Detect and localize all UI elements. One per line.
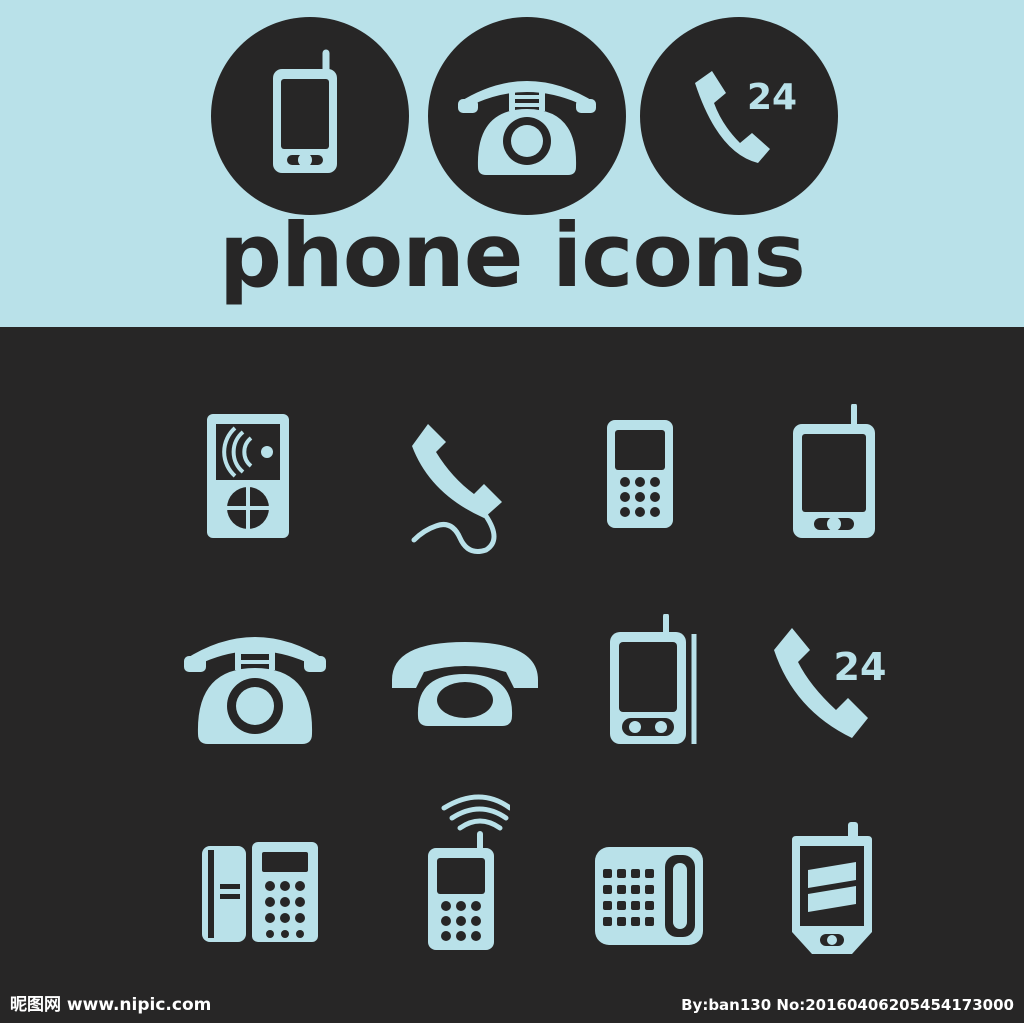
rotary-phone-badge-icon [428, 17, 626, 215]
pda-phone-icon [790, 820, 874, 956]
music-player-phone-icon [205, 412, 291, 540]
watermark-left: 昵图网 www.nipic.com [10, 995, 212, 1015]
classic-desk-phone-icon [390, 632, 540, 728]
office-desk-phone-icon [200, 840, 320, 944]
corded-handset-icon [406, 420, 512, 558]
mobile-phone-badge-icon [211, 17, 409, 215]
page-title: phone icons [219, 204, 806, 307]
signal-mobile-icon [426, 790, 510, 952]
antenna-smartphone-icon [608, 614, 700, 746]
touchscreen-mobile-icon [791, 404, 877, 540]
keypad-mobile-icon [605, 418, 675, 530]
retro-rotary-phone-icon [180, 622, 330, 746]
phone-24-hours-icon: 24 [768, 624, 894, 748]
phone-24-badge-icon: 24 [640, 17, 838, 215]
keypad-landline-icon [593, 845, 705, 947]
icon-24-label: 24 [834, 645, 887, 689]
badge-24-label: 24 [747, 77, 797, 118]
watermark-right: By:ban130 No:20160406205454173000 [681, 996, 1014, 1014]
